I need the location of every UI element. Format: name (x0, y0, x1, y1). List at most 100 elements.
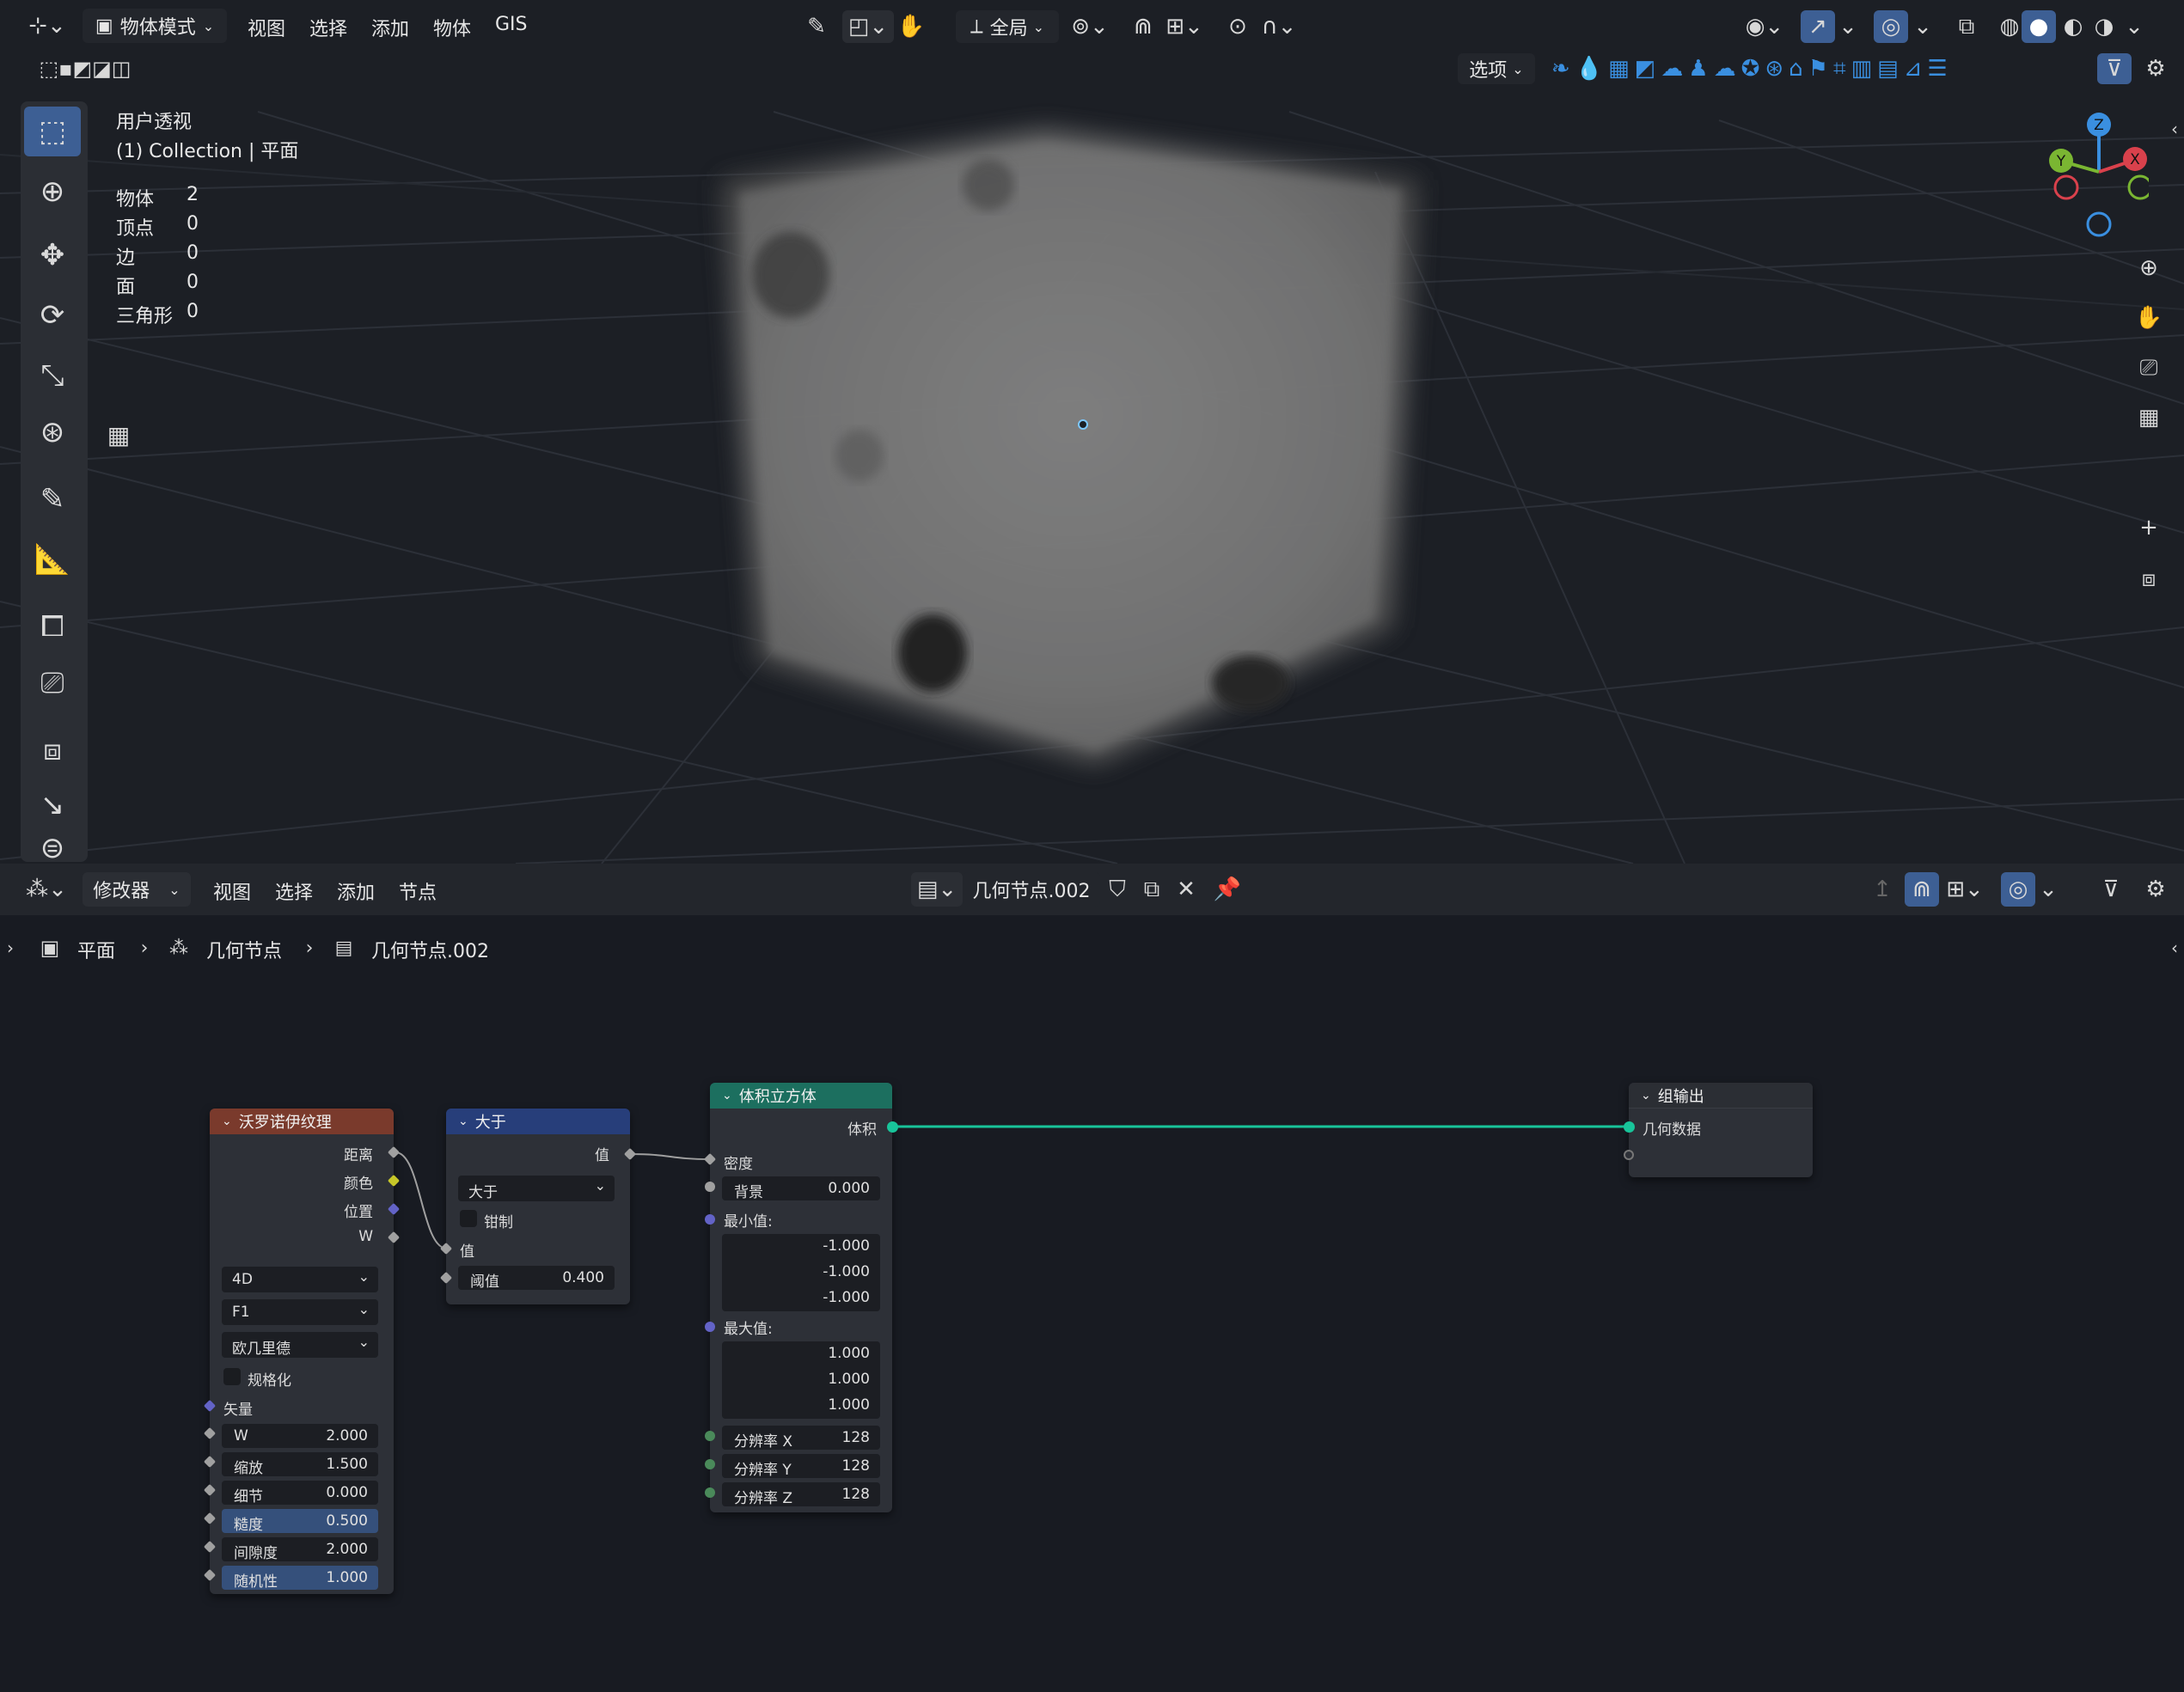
selection-mode-icons[interactable]: ⬚▪◩◪◫ (21, 53, 150, 84)
greater-than-node[interactable]: ⌄ 大于 值 大于 ⌄ 钳制 值 阈值 0.400 (446, 1109, 630, 1304)
menu-object[interactable]: 物体 (433, 14, 471, 41)
chevron-down-icon[interactable]: ⌄ (1910, 10, 1936, 43)
min-x-value[interactable]: -1.000 (823, 1237, 870, 1255)
hand-grab-icon[interactable]: ✋ (894, 10, 928, 43)
eyedropper-icon[interactable]: ✎ (799, 10, 834, 43)
select-box-tool[interactable]: ⬚ (24, 107, 81, 156)
extrude-tool[interactable]: ⎚ (24, 658, 81, 708)
dimension-dropdown[interactable]: 4D ⌄ (222, 1267, 378, 1292)
node-header[interactable]: ⌄ 体积立方体 (710, 1083, 892, 1109)
scale-field[interactable]: 缩放 1.500 (222, 1452, 378, 1477)
falloff-curve-icon[interactable]: ∩⌄ (1255, 10, 1303, 43)
measure-tool[interactable]: 📐 (24, 534, 81, 584)
shading-pie-icon[interactable]: ◰⌄ (842, 10, 894, 43)
node-header[interactable]: ⌄ 沃罗诺伊纹理 (210, 1109, 394, 1134)
hand-pan-icon[interactable]: ✋ (2130, 299, 2168, 337)
overlays-toggle-icon[interactable]: ◎ (1874, 10, 1908, 43)
socket-volume-output[interactable] (887, 1121, 898, 1133)
background-field[interactable]: 背景 0.000 (722, 1176, 880, 1201)
menu-select[interactable]: 选择 (309, 14, 347, 41)
feature-dropdown[interactable]: F1 ⌄ (222, 1299, 378, 1325)
max-y-value[interactable]: 1.000 (828, 1371, 870, 1388)
node-header[interactable]: ⌄ 大于 (446, 1109, 630, 1134)
min-y-value[interactable]: -1.000 (823, 1263, 870, 1280)
menu-gis[interactable]: GIS (495, 14, 528, 35)
node-editor[interactable]: ⁂⌄ 修改器 ⌄ 视图 选择 添加 节点 ▤⌄ 几何节点.002 ⛉ ⧉ ✕ 📌… (0, 864, 2184, 1692)
frame-tool[interactable]: ⧈ (24, 725, 81, 775)
collapse-chevron-icon[interactable]: ⌄ (722, 1089, 732, 1103)
proportional-edit-icon[interactable]: ⊙ (1220, 10, 1255, 43)
metric-dropdown[interactable]: 欧几里德 ⌄ (222, 1332, 378, 1358)
menu-view[interactable]: 视图 (248, 14, 285, 41)
rotate-tool[interactable]: ⟳ (24, 290, 81, 340)
socket-resolution-y[interactable] (705, 1459, 715, 1469)
filter-icon[interactable]: ⊽ (2097, 53, 2132, 84)
lacunarity-field[interactable]: 间隙度 2.000 (222, 1537, 378, 1562)
clamp-checkbox[interactable] (460, 1210, 477, 1227)
gear-icon[interactable]: ⚙ (2138, 53, 2173, 84)
group-output-node[interactable]: ⌄ 组输出 几何数据 (1629, 1083, 1813, 1177)
options-dropdown[interactable]: 选项 ⌄ (1458, 53, 1535, 84)
zoom-icon[interactable]: ⊕ (2130, 249, 2168, 287)
camera-icon[interactable]: ⎚ (2130, 349, 2168, 387)
pivot-point-icon[interactable]: ⊚⌄ (1066, 10, 1114, 43)
socket-resolution-z[interactable] (705, 1487, 715, 1498)
voronoi-texture-node[interactable]: ⌄ 沃罗诺伊纹理 距离 颜色 位置 W 4D ⌄ F1 ⌄ 欧几里德 ⌄ 规格化 矢量… (210, 1109, 394, 1594)
socket-empty-input[interactable] (1624, 1150, 1634, 1160)
editor-type-icon[interactable]: ⊹⌄ (26, 9, 69, 43)
max-x-value[interactable]: 1.000 (828, 1345, 870, 1362)
roughness-field[interactable]: 糙度 0.500 (222, 1509, 378, 1534)
socket-resolution-x[interactable] (705, 1431, 715, 1441)
randomness-field[interactable]: 随机性 1.000 (222, 1566, 378, 1591)
resolution-z-field[interactable]: 分辨率 Z 128 (722, 1482, 880, 1507)
detail-field[interactable]: 细节 0.000 (222, 1481, 378, 1506)
transfer-tool[interactable]: ↘ (24, 780, 81, 830)
node-header[interactable]: ⌄ 组输出 (1629, 1083, 1813, 1109)
resolution-y-field[interactable]: 分辨率 Y 128 (722, 1454, 880, 1479)
visibility-eye-icon[interactable]: ◉⌄ (1740, 10, 1789, 43)
material-shading-icon[interactable]: ◐ (2056, 10, 2090, 43)
resolution-x-field[interactable]: 分辨率 X 128 (722, 1426, 880, 1451)
chevron-down-icon[interactable]: ⌄ (2121, 10, 2147, 43)
chevron-left-icon[interactable]: ‹ (2166, 112, 2183, 146)
addon-toolbar-icons[interactable]: ❧💧▦◩☁♟☁✪⊛⌂⚑⌗▥▤⊿☰ (1551, 53, 2153, 84)
checker-icon[interactable]: ▦ (101, 418, 136, 452)
add-cube-tool[interactable]: ⧠ (24, 602, 81, 651)
perspective-grid-icon[interactable]: ▦ (2130, 399, 2168, 437)
3d-viewport[interactable]: ⊹⌄ ▣ 物体模式 ⌄ 视图 选择 添加 物体 GIS ✎ ◰⌄ ✋ ⟂ 全局 … (0, 0, 2184, 864)
xray-toggle-icon[interactable]: ⧉ (1949, 10, 1984, 43)
socket-min[interactable] (705, 1214, 715, 1225)
socket-max[interactable] (705, 1322, 715, 1332)
normalize-checkbox[interactable] (223, 1368, 241, 1385)
chevron-down-icon[interactable]: ⌄ (1835, 10, 1861, 43)
volume-cube-node[interactable]: ⌄ 体积立方体 体积 密度 背景 0.000 最小值: -1.000 -1.000… (710, 1083, 892, 1512)
scale-tool[interactable]: ⤡ (24, 351, 81, 400)
mode-dropdown[interactable]: ▣ 物体模式 ⌄ (83, 9, 227, 43)
annotate-tool[interactable]: ✎ (24, 474, 81, 524)
max-z-value[interactable]: 1.000 (828, 1396, 870, 1414)
socket-geometry-input[interactable] (1624, 1121, 1635, 1133)
frame-selected-icon[interactable]: ⧈ (2130, 560, 2168, 598)
collapse-chevron-icon[interactable]: ⌄ (458, 1115, 468, 1128)
cursor-tool[interactable]: ⊕ (24, 167, 81, 217)
add-icon[interactable]: + (2130, 509, 2168, 547)
collapse-chevron-icon[interactable]: ⌄ (1641, 1089, 1651, 1103)
collapse-chevron-icon[interactable]: ⌄ (222, 1115, 232, 1128)
menu-add[interactable]: 添加 (371, 14, 409, 41)
solid-shading-icon[interactable]: ● (2022, 10, 2056, 43)
max-vector-field[interactable]: 1.000 1.000 1.000 (722, 1341, 880, 1419)
socket-background[interactable] (705, 1182, 715, 1192)
w-field[interactable]: W 2.000 (222, 1424, 378, 1448)
gizmo-toggle-icon[interactable]: ↗ (1801, 10, 1835, 43)
snap-target-icon[interactable]: ⊞⌄ (1160, 10, 1208, 43)
min-z-value[interactable]: -1.000 (823, 1289, 870, 1306)
navigation-gizmo[interactable]: Z X Y (2028, 103, 2149, 241)
rendered-shading-icon[interactable]: ◑ (2087, 10, 2121, 43)
transform-orientation-dropdown[interactable]: ⟂ 全局 ⌄ (956, 10, 1059, 43)
transform-tool[interactable]: ⊛ (24, 407, 81, 457)
move-tool[interactable]: ✥ (24, 230, 81, 280)
min-vector-field[interactable]: -1.000 -1.000 -1.000 (722, 1234, 880, 1311)
threshold-field[interactable]: 阈值 0.400 (458, 1266, 615, 1291)
rotate-bottom-tool[interactable]: ⊜ (24, 834, 81, 863)
snap-magnet-icon[interactable]: ⋒ (1126, 10, 1160, 43)
